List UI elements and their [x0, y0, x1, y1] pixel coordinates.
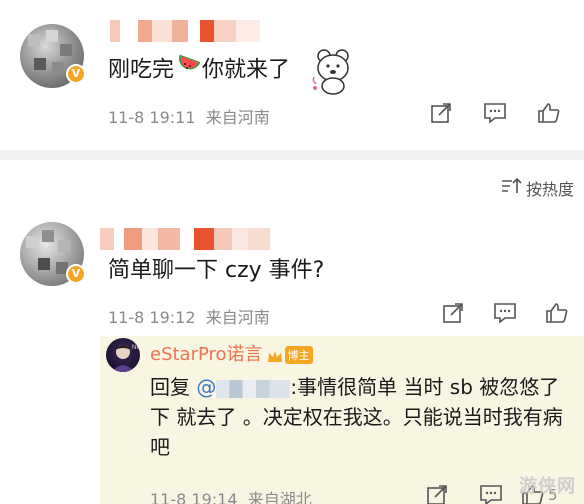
reply-text: 回复 @:事情很简单 当时 sb 被忽悠了下 就去了 。决定权在我这。只能说当时…: [150, 375, 563, 459]
share-icon[interactable]: [428, 100, 454, 126]
reply-meta: 11-8 19:14 来自湖北: [150, 490, 312, 504]
comment-icon[interactable]: [492, 300, 518, 326]
mention-redacted: [216, 379, 291, 398]
username-redacted[interactable]: [100, 228, 270, 250]
like-icon[interactable]: [544, 300, 570, 326]
comment-text: 简单聊一下 czy 事件?: [108, 258, 325, 283]
sort-icon: [500, 177, 522, 199]
comment-meta: 11-8 19:11 来自河南: [108, 108, 270, 127]
username-redacted[interactable]: [110, 20, 260, 42]
share-icon[interactable]: [424, 482, 450, 504]
reply-author[interactable]: eStarPro诺言 博主: [150, 340, 313, 366]
mention-link[interactable]: @: [196, 375, 216, 399]
crown-icon: [267, 348, 283, 362]
comment-meta: 11-8 19:12 来自河南: [108, 308, 270, 327]
watermelon-icon: [175, 54, 201, 87]
like-icon[interactable]: [536, 100, 562, 126]
avatar[interactable]: NUO: [106, 338, 140, 372]
comment-actions: [428, 100, 562, 126]
owner-badge: 博主: [284, 346, 313, 364]
comment-actions: [440, 300, 570, 326]
watermark: 游侠网: [519, 476, 576, 497]
comment-text: 刚吃完 你就来了: [108, 54, 290, 87]
share-icon[interactable]: [440, 300, 466, 326]
comment-icon[interactable]: [478, 482, 504, 504]
verified-badge-icon: V: [66, 64, 86, 84]
bear-sticker-icon: [310, 44, 356, 96]
section-divider: [0, 150, 584, 160]
verified-badge-icon: V: [66, 264, 86, 284]
comment-icon[interactable]: [482, 100, 508, 126]
sort-label: 按热度: [525, 180, 574, 199]
sort-button[interactable]: 按热度: [500, 176, 574, 200]
